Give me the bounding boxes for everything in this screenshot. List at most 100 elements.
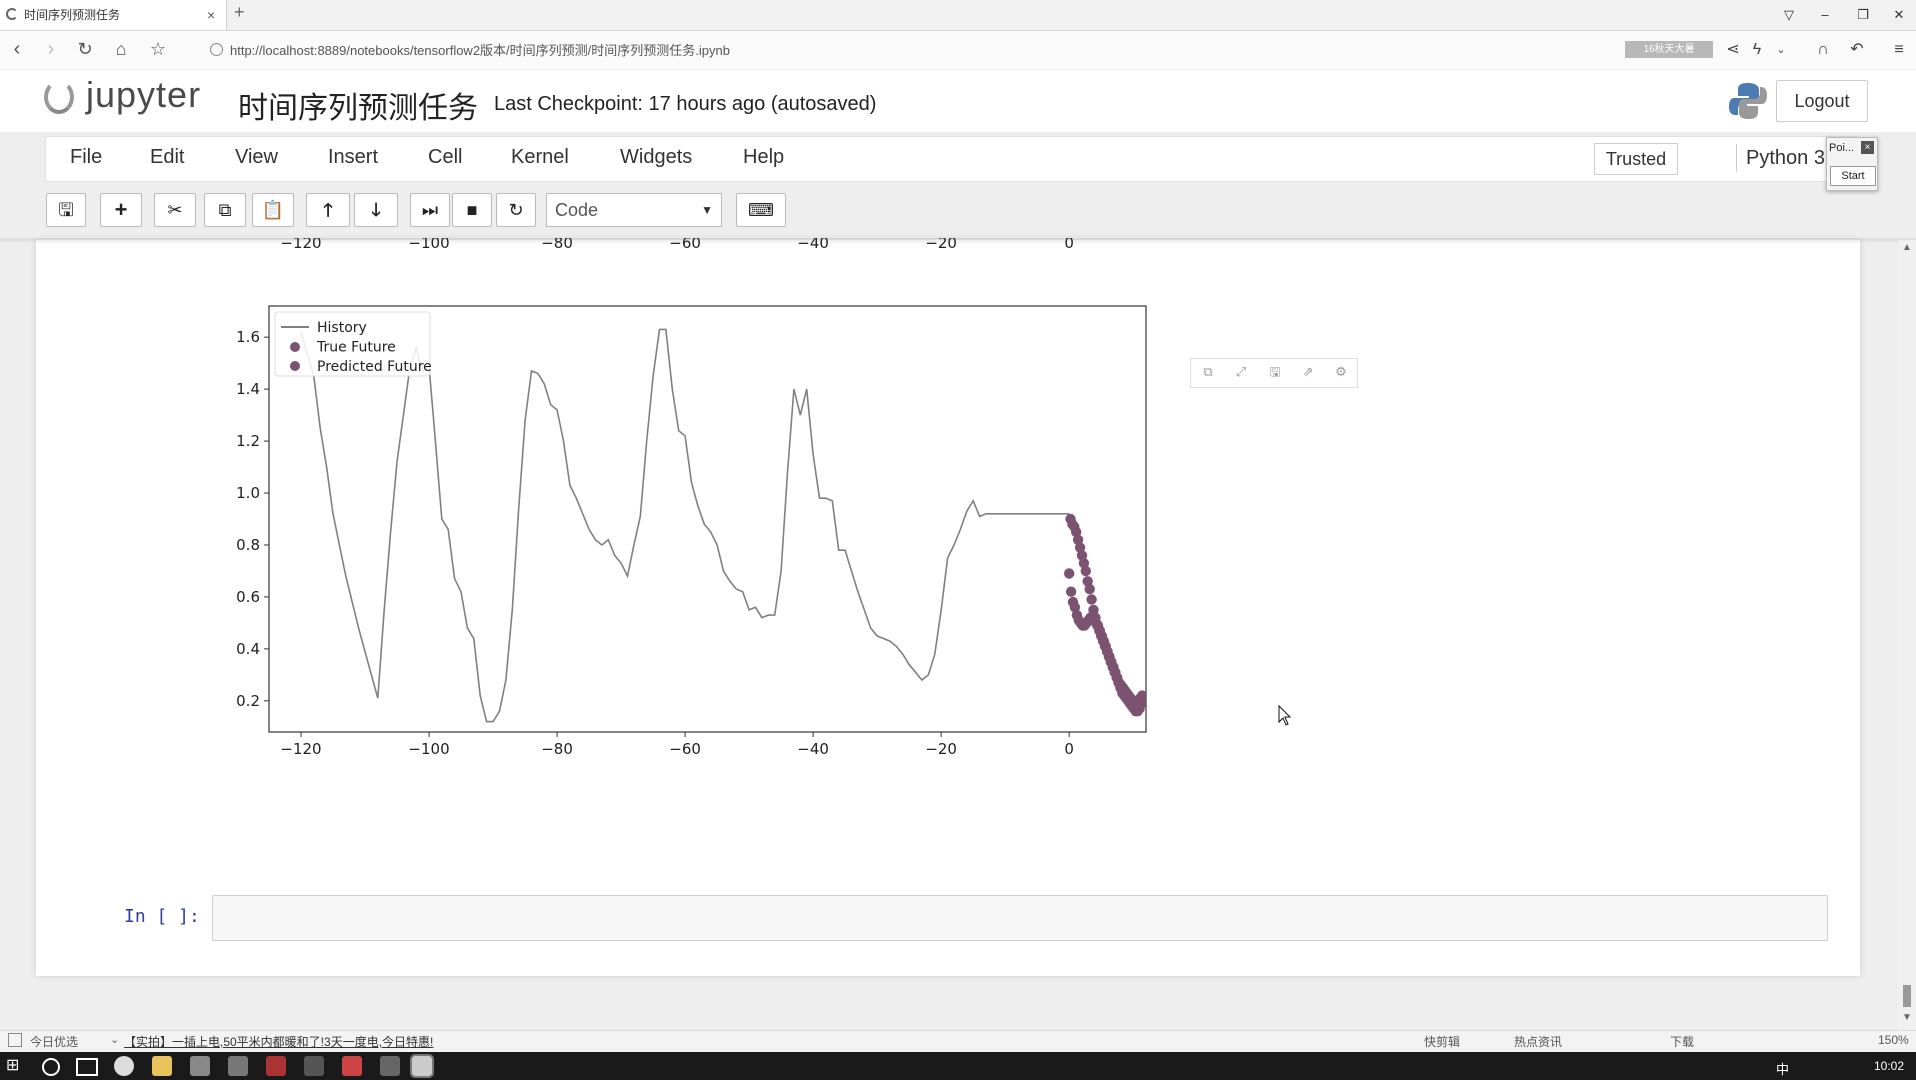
- taskbar-clock[interactable]: 10:02: [1874, 1059, 1904, 1073]
- page-scrollbar[interactable]: [1898, 240, 1916, 1030]
- url-field[interactable]: http://localhost:8889/notebooks/tensorfl…: [230, 40, 730, 59]
- status-item-download[interactable]: 下载: [1670, 1033, 1694, 1050]
- url-badge[interactable]: 16秋天大暑: [1625, 41, 1713, 58]
- y-tick-label: 1.2: [236, 432, 260, 450]
- trusted-indicator[interactable]: Trusted: [1594, 143, 1678, 175]
- status-item-kuaijianji[interactable]: 快剪辑: [1424, 1033, 1460, 1050]
- menu-file[interactable]: File: [70, 146, 102, 169]
- caret-down-icon: ▼: [701, 203, 713, 217]
- save-plot-icon[interactable]: 🖫: [1264, 362, 1286, 382]
- bolt-icon[interactable]: ϟ: [1746, 38, 1768, 62]
- bookmark-star-icon[interactable]: ☆: [145, 36, 171, 62]
- home-icon[interactable]: ⌂: [108, 36, 134, 62]
- x-tick-label: −120: [280, 740, 321, 758]
- app3-taskbar-icon[interactable]: [266, 1056, 286, 1076]
- insert-cell-button[interactable]: +: [100, 193, 142, 227]
- save-button[interactable]: 🖫: [46, 193, 86, 227]
- chevron-down-icon[interactable]: ⌄: [110, 1033, 119, 1046]
- popup-close-button[interactable]: ×: [1861, 141, 1874, 154]
- chevron-down-icon[interactable]: ⌄: [1770, 38, 1792, 62]
- step-forward-icon: ⏭: [421, 200, 439, 220]
- jupyter-logo-text[interactable]: jupyter: [86, 74, 201, 116]
- status-left-label[interactable]: 今日优选: [30, 1033, 78, 1050]
- menu-help[interactable]: Help: [743, 146, 784, 169]
- app4-taskbar-icon[interactable]: [304, 1056, 324, 1076]
- plus-icon: +: [114, 197, 128, 222]
- y-tick-label: 1.6: [236, 328, 260, 346]
- status-item-news[interactable]: 热点资讯: [1514, 1033, 1562, 1050]
- popup-start-button[interactable]: Start: [1830, 166, 1876, 186]
- app5-taskbar-icon[interactable]: [342, 1056, 362, 1076]
- top-x-tick-label: −100: [408, 238, 449, 252]
- refresh-icon: ↻: [508, 200, 524, 220]
- menu-kernel[interactable]: Kernel: [511, 146, 569, 169]
- top-x-tick-label: −120: [280, 238, 321, 252]
- app2-taskbar-icon[interactable]: [228, 1056, 248, 1076]
- browser-tab[interactable]: 时间序列预测任务 ×: [0, 0, 227, 30]
- top-x-tick-label: −20: [925, 238, 957, 252]
- paste-button[interactable]: 📋: [252, 193, 294, 227]
- scroll-up-icon[interactable]: ▲: [1902, 242, 1912, 253]
- headphones-icon[interactable]: ∩: [1812, 38, 1834, 62]
- popup-title: Poi...: [1829, 142, 1855, 154]
- shirt-skin-icon[interactable]: ▽: [1778, 4, 1800, 26]
- true-future-point: [1084, 583, 1095, 595]
- restart-button[interactable]: ↻: [496, 193, 536, 227]
- logout-button[interactable]: Logout: [1776, 80, 1868, 122]
- cell-type-select[interactable]: Code ▼: [546, 193, 722, 227]
- menu-widgets[interactable]: Widgets: [620, 146, 692, 169]
- cut-button[interactable]: ✂: [154, 193, 196, 227]
- ime-indicator[interactable]: 中: [1776, 1059, 1789, 1078]
- code-cell-input[interactable]: [212, 895, 1828, 941]
- run-button[interactable]: ⏭: [410, 193, 450, 227]
- scroll-down-icon[interactable]: ▼: [1902, 1012, 1912, 1023]
- x-tick-label: −100: [408, 740, 449, 758]
- app6-taskbar-icon[interactable]: [380, 1056, 400, 1076]
- task-view-icon[interactable]: [76, 1058, 98, 1076]
- menu-edit[interactable]: Edit: [150, 146, 184, 169]
- active-app-taskbar-icon[interactable]: [410, 1054, 434, 1078]
- site-info-icon[interactable]: [210, 43, 223, 56]
- interrupt-button[interactable]: ■: [452, 193, 492, 227]
- browser-tab-bar: [0, 0, 1916, 31]
- expand-icon[interactable]: ⤢: [1230, 362, 1252, 382]
- menu-insert[interactable]: Insert: [328, 146, 378, 169]
- app-taskbar-icon[interactable]: [190, 1056, 210, 1076]
- status-news-link[interactable]: 【实拍】一插上电,50平米内都暖和了!3天一度电,今日特惠!: [124, 1033, 433, 1050]
- restore-icon[interactable]: ❐: [1852, 4, 1874, 26]
- scroll-thumb[interactable]: [1903, 985, 1911, 1007]
- y-tick-label: 0.8: [236, 536, 260, 554]
- menu-view[interactable]: View: [235, 146, 278, 169]
- minimize-icon[interactable]: –: [1814, 4, 1836, 26]
- window-close-icon[interactable]: ✕: [1888, 4, 1910, 26]
- zoom-level[interactable]: 150%: [1878, 1033, 1909, 1047]
- reload-icon[interactable]: ↻: [72, 36, 98, 62]
- top-x-tick-label: −80: [541, 238, 573, 252]
- windows-start-icon[interactable]: ⊞: [6, 1058, 22, 1074]
- new-tab-button[interactable]: +: [234, 2, 245, 23]
- folder-taskbar-icon[interactable]: [152, 1056, 172, 1076]
- forward-icon[interactable]: ›: [38, 36, 64, 62]
- search-icon[interactable]: [42, 1058, 60, 1076]
- browser-taskbar-icon[interactable]: [114, 1056, 134, 1076]
- move-up-button[interactable]: 🡑: [306, 193, 350, 227]
- gift-icon: [8, 1033, 22, 1047]
- command-palette-button[interactable]: ⌨: [736, 193, 786, 227]
- legend-history-label: History: [317, 320, 367, 336]
- share-icon[interactable]: ⋖: [1722, 38, 1744, 62]
- copy-button[interactable]: ⧉: [204, 193, 246, 227]
- back-icon[interactable]: ‹: [4, 36, 30, 62]
- menu-cell[interactable]: Cell: [428, 146, 462, 169]
- settings-gear-icon[interactable]: ⚙: [1330, 362, 1352, 382]
- tab-close-icon[interactable]: ×: [207, 0, 215, 30]
- kernel-name[interactable]: Python 3: [1746, 147, 1825, 170]
- menu-icon[interactable]: ≡: [1888, 38, 1910, 62]
- previous-plot-x-ticks: −120 −100 −80 −60 −40 −20 0: [280, 238, 1074, 252]
- export-icon[interactable]: ⇗: [1297, 362, 1319, 382]
- move-down-button[interactable]: 🡓: [354, 193, 398, 227]
- copy-plot-icon[interactable]: ⧉: [1197, 362, 1219, 382]
- kernel-separator: [1736, 144, 1737, 172]
- notebook-title[interactable]: 时间序列预测任务: [238, 83, 478, 127]
- x-tick-label: −40: [797, 740, 829, 758]
- undo-icon[interactable]: ↶: [1846, 38, 1868, 62]
